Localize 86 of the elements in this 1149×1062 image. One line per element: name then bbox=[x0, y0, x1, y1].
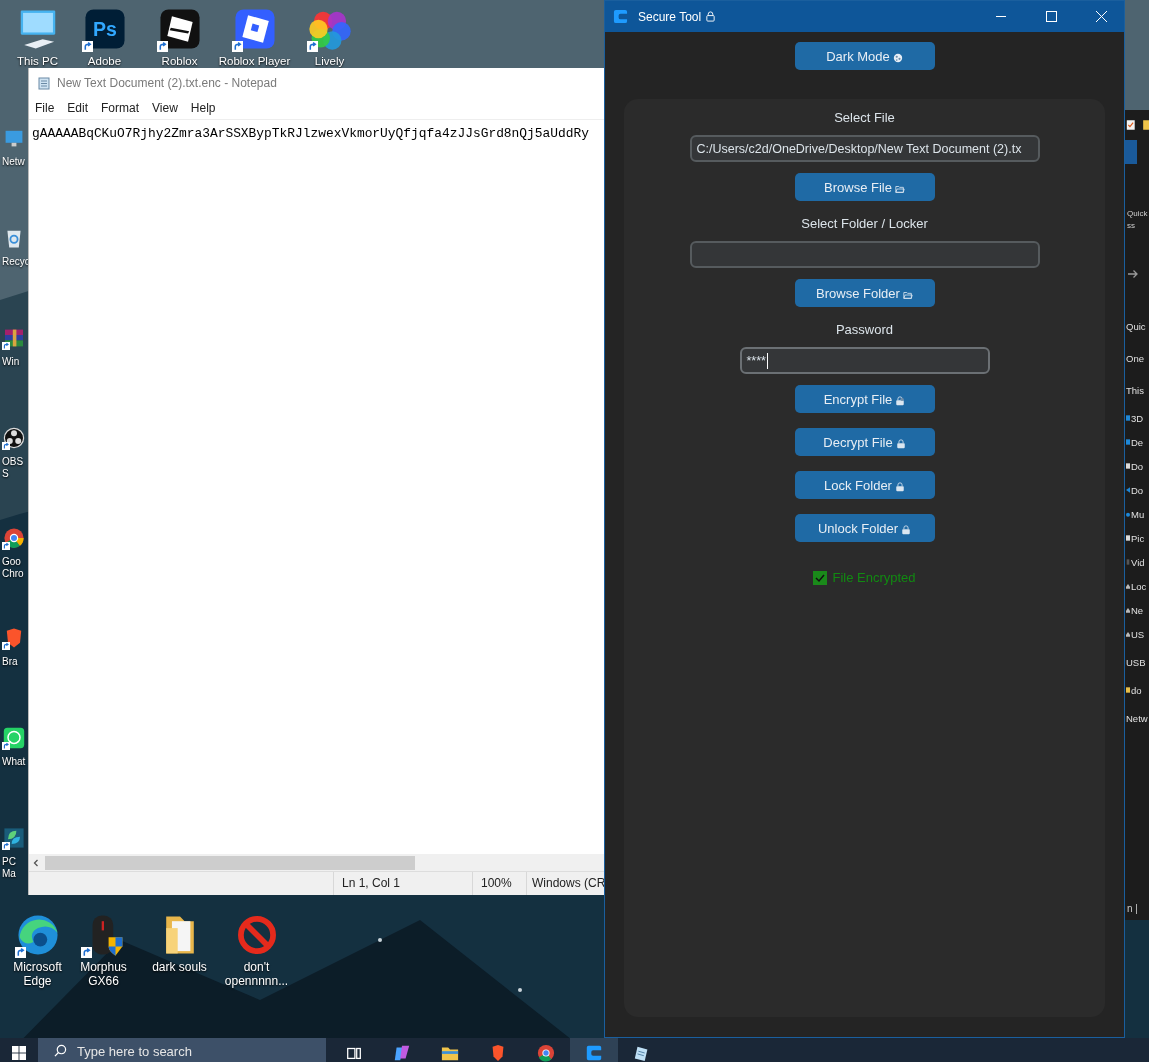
action-button[interactable]: Unlock Folder bbox=[794, 514, 935, 542]
logo-icon bbox=[586, 1045, 602, 1061]
document-text: gAAAAABqCKuO7Rjhy2Zmra3ArSSXBypTkRJlzwexVkmorUyQfjqfa4zJJsGrd8nQj5aUddRy bbox=[32, 126, 589, 141]
status-message: File Encrypted bbox=[832, 570, 916, 585]
shield-icon bbox=[492, 1044, 504, 1062]
icon-label[interactable]: Netw bbox=[2, 156, 28, 168]
icon-label[interactable]: This PC bbox=[17, 54, 58, 68]
nav-item[interactable]: do bbox=[1131, 684, 1142, 696]
nav-item[interactable]: Quic bbox=[1126, 320, 1146, 332]
logo-icon bbox=[613, 9, 628, 24]
nav-item[interactable]: De bbox=[1131, 436, 1144, 448]
search-icon bbox=[54, 1044, 67, 1057]
color-circle-icon bbox=[537, 1044, 555, 1062]
nav-item[interactable]: US bbox=[1131, 628, 1145, 640]
lock-icon bbox=[895, 395, 906, 406]
action-button[interactable]: Decrypt File bbox=[794, 428, 935, 456]
nav-item[interactable]: This bbox=[1126, 384, 1144, 396]
windows-logo-icon[interactable] bbox=[12, 1046, 26, 1060]
logo-text: Ps bbox=[92, 17, 117, 40]
search-field[interactable]: Type here to search bbox=[38, 1038, 326, 1062]
nav-item[interactable]: Loc bbox=[1131, 580, 1147, 592]
nav-item[interactable]: Do bbox=[1131, 484, 1144, 496]
lock-icon bbox=[901, 524, 912, 535]
lock-icon bbox=[894, 481, 905, 492]
nav-item[interactable]: Mu bbox=[1131, 508, 1145, 520]
icon-label[interactable]: What bbox=[2, 756, 28, 768]
field-label: Select File bbox=[834, 110, 895, 126]
nav-item[interactable]: USB bbox=[1126, 656, 1146, 668]
browse-button[interactable]: Browse File bbox=[794, 173, 935, 201]
status-text: Ln 1, Col 1 bbox=[333, 872, 472, 895]
nav-item[interactable]: 3D bbox=[1131, 412, 1144, 424]
lock-icon bbox=[895, 438, 906, 449]
status-text: 100% bbox=[472, 872, 526, 895]
menu-item[interactable]: View bbox=[152, 101, 178, 115]
nav-item[interactable]: Ne bbox=[1131, 604, 1144, 616]
action-button[interactable]: Lock Folder bbox=[794, 471, 935, 499]
nav-item[interactable]: Vid bbox=[1131, 556, 1145, 568]
ribbon-label[interactable]: Quick bbox=[1127, 208, 1149, 220]
status-text: n | bbox=[1126, 903, 1139, 916]
icon-label[interactable]: Roblox bbox=[161, 54, 198, 68]
nav-item[interactable]: Netw bbox=[1126, 712, 1148, 724]
lock-icon bbox=[705, 11, 717, 22]
checklist-icon[interactable] bbox=[1126, 118, 1136, 132]
nav-item[interactable]: Pic bbox=[1131, 532, 1145, 544]
icon-label[interactable]: Win bbox=[2, 356, 28, 368]
folder-icon bbox=[441, 1047, 459, 1061]
theme-button[interactable]: Dark Mode bbox=[794, 42, 935, 70]
swirl-icon bbox=[394, 1045, 410, 1061]
input-field[interactable]: C:/Users/c2d/OneDrive/Desktop/New Text Document (2).tx bbox=[689, 135, 1040, 162]
menu-item[interactable]: Help bbox=[190, 101, 216, 115]
icon-label[interactable]: PC Ma bbox=[2, 856, 28, 880]
browse-button[interactable]: Browse Folder bbox=[794, 279, 935, 307]
menu-item[interactable]: File bbox=[35, 101, 55, 115]
password-field[interactable]: **** bbox=[739, 347, 990, 374]
circle-icon bbox=[892, 52, 903, 63]
arrow-right-icon[interactable] bbox=[1127, 268, 1139, 280]
nav-item[interactable]: One bbox=[1126, 352, 1144, 364]
chevron-left-icon[interactable] bbox=[31, 857, 41, 868]
icon-label[interactable]: dark souls bbox=[152, 960, 207, 974]
icon-label[interactable]: Recyc bbox=[2, 256, 28, 268]
field-label: Select Folder / Locker bbox=[801, 216, 928, 232]
icon-label[interactable]: don't opennnnn... bbox=[220, 960, 293, 988]
window-title: Secure Tool bbox=[638, 9, 702, 24]
menu-item[interactable]: Format bbox=[101, 101, 140, 115]
text-cursor bbox=[766, 352, 769, 369]
icon-label[interactable]: Bra bbox=[2, 656, 28, 668]
icon-label[interactable]: OBS S bbox=[2, 456, 28, 480]
input-field[interactable] bbox=[689, 241, 1040, 268]
icon-label[interactable]: Adobe bbox=[87, 54, 122, 68]
action-button[interactable]: Encrypt File bbox=[794, 385, 935, 413]
folder-icon bbox=[894, 183, 905, 194]
text-area[interactable]: gAAAAABqCKuO7Rjhy2Zmra3ArSSXBypTkRJlzwexVkmorUyQfjqfa4zJJsGrd8nQj5aUddRy bbox=[29, 120, 604, 854]
task-view-icon bbox=[347, 1047, 361, 1060]
folder-icon bbox=[902, 289, 913, 300]
horizontal-scrollbar[interactable] bbox=[29, 854, 604, 871]
scroll-thumb[interactable] bbox=[45, 855, 415, 870]
icon-label[interactable]: Goo Chro bbox=[2, 556, 28, 580]
icon-label[interactable]: Roblox Player bbox=[218, 54, 291, 68]
notepad-icon bbox=[37, 75, 51, 90]
nav-item[interactable]: Do bbox=[1131, 460, 1144, 472]
notepad-icon bbox=[634, 1046, 648, 1062]
icon-label[interactable]: Lively bbox=[314, 54, 345, 68]
menu-item[interactable]: Edit bbox=[67, 101, 89, 115]
ribbon-label[interactable]: ss bbox=[1127, 220, 1149, 232]
window-title: New Text Document (2).txt.enc - Notepad bbox=[57, 75, 277, 90]
field-label: Password bbox=[835, 322, 894, 338]
